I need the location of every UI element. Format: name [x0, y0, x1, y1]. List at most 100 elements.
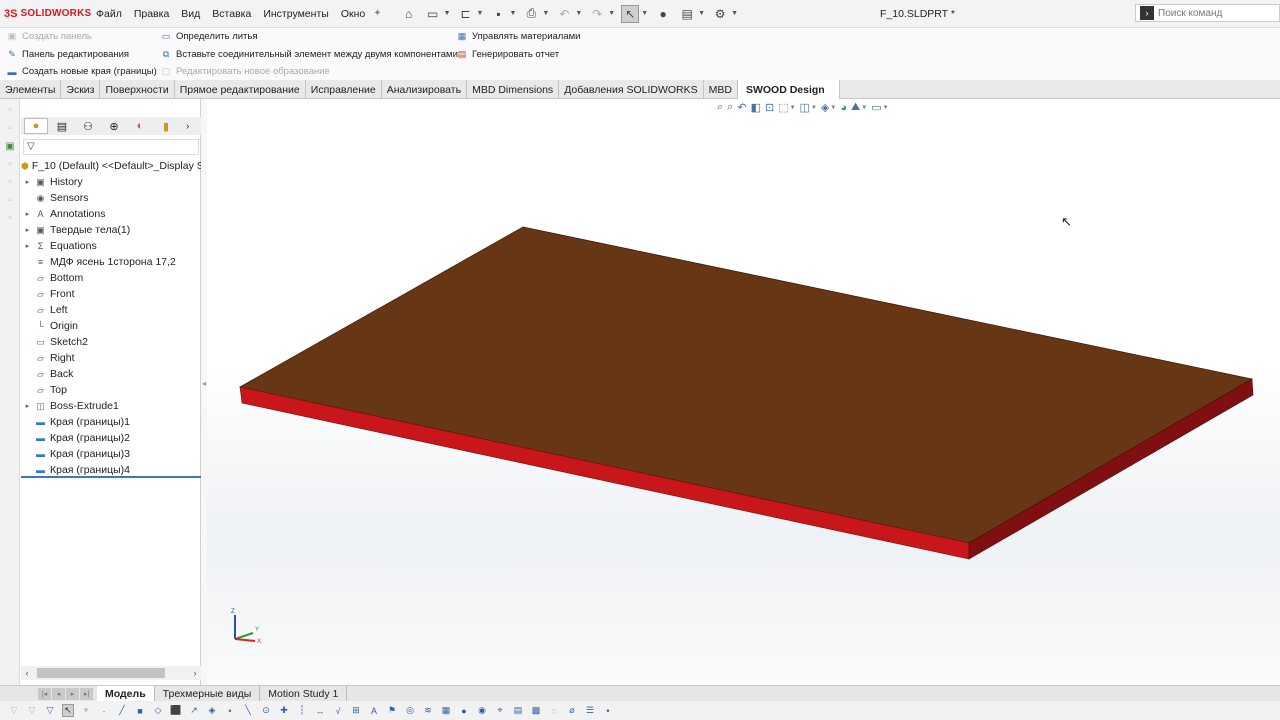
- tree-item[interactable]: ▱ Top: [21, 382, 201, 398]
- expand-arrow-icon[interactable]: ▸: [21, 226, 34, 234]
- prev-tab-icon[interactable]: ◂: [52, 687, 65, 700]
- file-explorer-icon[interactable]: ▫: [3, 157, 17, 171]
- splitter-grip-icon[interactable]: ◂: [202, 379, 206, 388]
- tab-solidworks-addins[interactable]: Добавления SOLIDWORKS: [559, 80, 704, 99]
- filter-center-marks-icon[interactable]: ✚: [278, 704, 290, 717]
- insert-connector-button[interactable]: ⧉ Вставьте соединительный элемент между д…: [160, 46, 458, 64]
- tree-item[interactable]: ▱ Left: [21, 302, 201, 318]
- scroll-right-icon[interactable]: ›: [189, 668, 201, 678]
- tree-item[interactable]: ▱ Front: [21, 286, 201, 302]
- filter-geometric-tolerance-icon[interactable]: ⊞: [350, 704, 362, 717]
- tree-item[interactable]: ▸ ▣ History: [21, 174, 201, 190]
- model-canvas[interactable]: [207, 99, 1280, 685]
- chevron-down-icon[interactable]: ▼: [698, 10, 705, 17]
- next-tab-icon[interactable]: ▸: [66, 687, 79, 700]
- tab-mbd-dimensions[interactable]: MBD Dimensions: [467, 80, 560, 99]
- menu-window[interactable]: Окно: [341, 8, 365, 20]
- filter-meshes-icon[interactable]: ▩: [530, 704, 542, 717]
- filter-weld-symbols-icon[interactable]: ⚑: [386, 704, 398, 717]
- filter-loops-icon[interactable]: ◌: [548, 704, 560, 717]
- menu-view[interactable]: Вид: [181, 8, 200, 20]
- filter-routing-points-icon[interactable]: ⌖: [494, 704, 506, 717]
- tab-surfaces[interactable]: Поверхности: [100, 80, 175, 99]
- filter-dimensions-icon[interactable]: ↔: [314, 704, 326, 717]
- swood-tab-icon[interactable]: ▮: [154, 118, 178, 134]
- manage-materials-button[interactable]: ▦ Управлять материалами: [456, 28, 581, 46]
- filter-hole-callouts-icon[interactable]: ⌀: [566, 704, 578, 717]
- chevron-down-icon[interactable]: ▼: [509, 10, 516, 17]
- home-icon[interactable]: ⌂: [400, 5, 418, 23]
- filter-cut-list-icon[interactable]: ☰: [584, 704, 596, 717]
- rollback-bar[interactable]: [21, 476, 201, 478]
- appearances-icon[interactable]: ▣: [3, 139, 17, 153]
- custom-properties-icon[interactable]: ▫: [3, 193, 17, 207]
- solidworks-logo[interactable]: 3S SOLIDWORKS: [0, 8, 91, 20]
- toggle-filter-icon[interactable]: ▽: [8, 704, 20, 717]
- chevron-down-icon[interactable]: ▼: [542, 10, 549, 17]
- tree-item[interactable]: ▸ ▣ Твердые тела(1): [21, 222, 201, 238]
- tree-item[interactable]: ▸ Σ Equations: [21, 238, 201, 254]
- tree-item[interactable]: ▸ A Annotations: [21, 206, 201, 222]
- tree-item[interactable]: ▱ Right: [21, 350, 201, 366]
- configuration-manager-tab-icon[interactable]: ⚇: [76, 118, 100, 134]
- filter-axes-icon[interactable]: ↗: [188, 704, 200, 717]
- filter-surfaces-icon[interactable]: ◇: [152, 704, 164, 717]
- chevron-down-icon[interactable]: ▼: [731, 10, 738, 17]
- tree-item[interactable]: ▱ Back: [21, 366, 201, 382]
- traffic-light-icon[interactable]: ●: [654, 5, 672, 23]
- filter-surface-finish-icon[interactable]: √: [332, 704, 344, 717]
- file-properties-icon[interactable]: ▤: [678, 5, 696, 23]
- tree-item[interactable]: └ Origin: [21, 318, 201, 334]
- print-icon[interactable]: ⎙: [522, 5, 540, 23]
- menu-tools[interactable]: Инструменты: [263, 8, 328, 20]
- save-icon[interactable]: ▪: [489, 5, 507, 23]
- chevron-down-icon[interactable]: ▼: [477, 10, 484, 17]
- clear-filters-icon[interactable]: ▽: [26, 704, 38, 717]
- filter-vertices-icon[interactable]: ·: [98, 704, 110, 717]
- display-manager-tab-icon[interactable]: ◐: [128, 118, 152, 134]
- tree-item[interactable]: ▱ Bottom: [21, 270, 201, 286]
- filter-sketch-segments-icon[interactable]: ╲: [242, 704, 254, 717]
- tab-repair[interactable]: Исправление: [306, 80, 382, 99]
- feature-manager-tab-icon[interactable]: ●: [24, 118, 48, 134]
- create-edges-button[interactable]: ▬ Создать новые края (границы): [6, 63, 157, 81]
- undo-icon[interactable]: ↶: [555, 5, 573, 23]
- filter-dropdown-icon[interactable]: ▾: [80, 704, 92, 717]
- tab-direct-editing[interactable]: Прямое редактирование: [175, 80, 306, 99]
- open-icon[interactable]: ⊏: [457, 5, 475, 23]
- select-cursor-icon[interactable]: ↖: [62, 704, 74, 717]
- tree-item[interactable]: ≡ МДФ ясень 1сторона 17,2: [21, 254, 201, 270]
- tab-features[interactable]: Элементы: [0, 80, 62, 99]
- chevron-down-icon[interactable]: ▼: [575, 10, 582, 17]
- tree-root-part[interactable]: ⬢ F_10 (Default) <<Default>_Display S: [21, 158, 201, 174]
- chevron-down-icon[interactable]: ▼: [608, 10, 615, 17]
- filter-centerlines-icon[interactable]: ┆: [296, 704, 308, 717]
- tab-swood-design[interactable]: SWOOD Design: [737, 80, 840, 99]
- filter-sketch-points-icon[interactable]: •: [224, 704, 236, 717]
- tab-3d-views[interactable]: Трехмерные виды: [155, 685, 261, 702]
- filter-connection-points-icon[interactable]: ◉: [476, 704, 488, 717]
- expand-arrow-icon[interactable]: ▸: [21, 402, 34, 410]
- redo-icon[interactable]: ↷: [588, 5, 606, 23]
- last-tab-icon[interactable]: ▸|: [80, 687, 93, 700]
- filter-field[interactable]: ▽: [23, 139, 199, 155]
- tab-mbd[interactable]: MBD: [704, 80, 738, 99]
- filter-cosmetic-threads-icon[interactable]: ≋: [422, 704, 434, 717]
- tab-motion-study[interactable]: Motion Study 1: [260, 685, 348, 702]
- edit-panel-button[interactable]: ✎ Панель редактирования: [6, 46, 157, 64]
- select-cursor-icon[interactable]: ↖: [621, 4, 640, 23]
- design-library-icon[interactable]: ▫: [3, 121, 17, 135]
- view-palette-icon[interactable]: ▫: [3, 175, 17, 189]
- filter-dowel-pins-icon[interactable]: ●: [458, 704, 470, 717]
- filter-edges-icon[interactable]: ╱: [116, 704, 128, 717]
- chevron-down-icon[interactable]: ▼: [444, 10, 451, 17]
- new-document-icon[interactable]: ▭: [424, 5, 442, 23]
- tree-item[interactable]: ▸ ◫ Boss-Extrude1: [21, 398, 201, 414]
- chevron-right-icon[interactable]: ›: [186, 121, 189, 132]
- tab-sketch[interactable]: Эскиз: [61, 80, 101, 99]
- graphics-viewport[interactable]: ⌕ ⌕ ↶ ◧ ⊡ ⬚ ▼ ◫ ▼ ◈ ▼ ◕ ⛰ ▼ ▭ ▼ ↖ Z Y X: [207, 99, 1280, 685]
- expand-arrow-icon[interactable]: ▸: [21, 242, 34, 250]
- edit-new-feature-button[interactable]: ▢ Редактировать новое образование: [160, 63, 458, 81]
- filter-ref-points-icon[interactable]: •: [602, 704, 614, 717]
- filter-datum-targets-icon[interactable]: ◎: [404, 704, 416, 717]
